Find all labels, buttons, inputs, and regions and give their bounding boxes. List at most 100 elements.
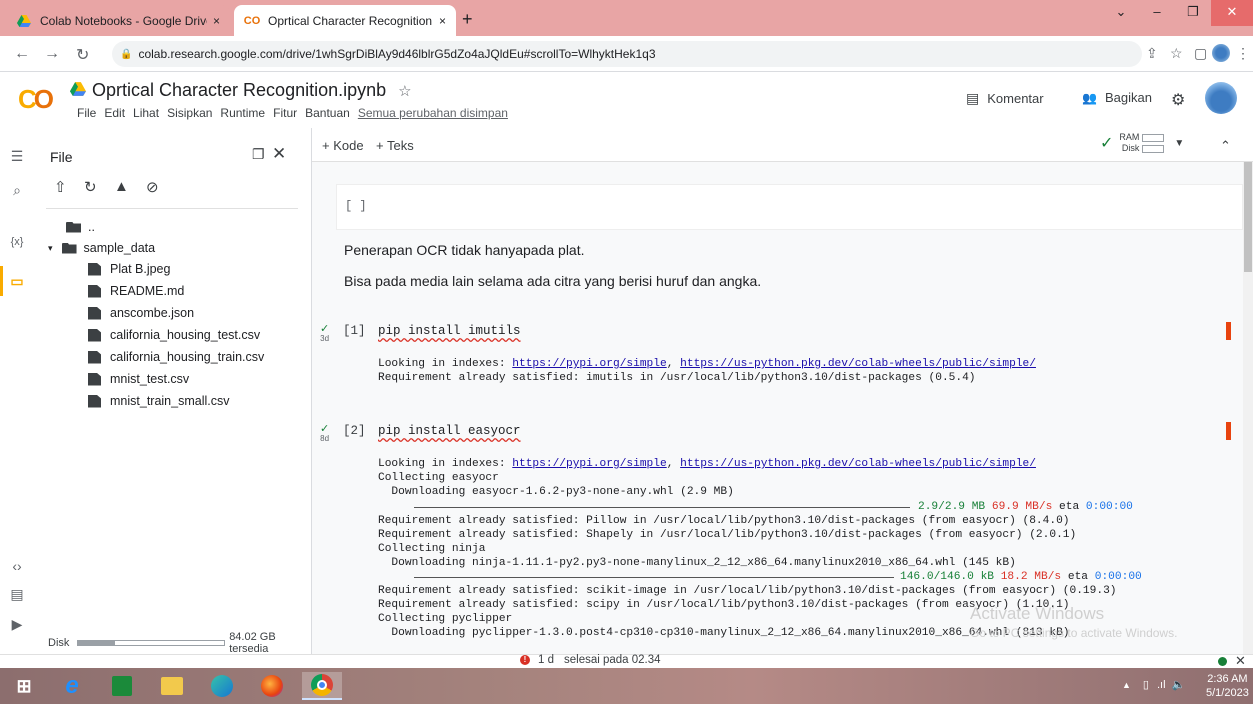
output-link[interactable]: https://us-python.pkg.dev/colab-wheels/p…: [680, 358, 1036, 370]
profile-avatar-icon[interactable]: [1212, 44, 1230, 62]
add-code-button[interactable]: + Kode: [322, 138, 364, 153]
chrome-icon[interactable]: [302, 672, 342, 700]
tab-search-icon[interactable]: ⌄: [1103, 0, 1139, 26]
hide-files-icon[interactable]: ⊘: [146, 178, 159, 196]
taskbar-clock[interactable]: 2:36 AM 5/1/2023: [1206, 672, 1249, 700]
tab-ocr-notebook[interactable]: CO Oprtical Character Recognition.ip ×: [234, 5, 456, 36]
share-button[interactable]: 👥 Bagikan: [1082, 90, 1152, 105]
new-window-icon[interactable]: ❐: [252, 146, 265, 163]
cell-output-line: Collecting pyclipper: [378, 613, 513, 625]
tree-item-file[interactable]: README.md: [88, 284, 184, 298]
add-text-button[interactable]: + Teks: [376, 138, 414, 153]
drive-icon[interactable]: [70, 82, 86, 99]
comment-button[interactable]: ▤ Komentar: [966, 90, 1044, 107]
output-link[interactable]: https://pypi.org/simple: [512, 458, 666, 470]
divider: [46, 208, 298, 209]
cell-code[interactable]: pip install easyocr: [378, 424, 521, 438]
close-panel-icon[interactable]: ✕: [272, 144, 286, 164]
settings-gear-icon[interactable]: ⚙: [1171, 90, 1185, 110]
tree-item-sample-data[interactable]: ▾ sample_data: [48, 241, 155, 255]
firefox-icon[interactable]: [252, 672, 292, 700]
folder-icon[interactable]: ▭: [0, 273, 34, 290]
tree-item-file[interactable]: Plat B.jpeg: [88, 262, 170, 276]
browser-tab-bar: Colab Notebooks - Google Drive × CO Oprt…: [0, 0, 1253, 36]
menu-kebab-icon[interactable]: ⋮: [1236, 45, 1250, 62]
google-drive-icon: [16, 13, 32, 29]
refresh-folder-icon[interactable]: ↻: [84, 178, 97, 196]
file-panel: File ❐ ✕ ⇧ ↻ ▲ ⊘ .. ▾ sample_data Plat B…: [34, 128, 312, 655]
markdown-text-2: Bisa pada media lain selama ada citra ya…: [344, 273, 762, 289]
windows-start-icon[interactable]: ⊞: [4, 672, 44, 700]
empty-code-cell[interactable]: [ ]: [336, 184, 1243, 230]
execution-status[interactable]: ! 1 d selesai pada 02.34: [520, 654, 661, 666]
store-icon[interactable]: [102, 672, 142, 700]
resource-indicator[interactable]: ✓ RAM Disk ▼: [1100, 132, 1184, 154]
battery-icon[interactable]: ▯: [1143, 678, 1149, 691]
command-palette-icon[interactable]: ▤: [0, 586, 34, 603]
table-of-contents-icon[interactable]: ☰: [0, 148, 34, 165]
tab-colab-notebooks-drive[interactable]: Colab Notebooks - Google Drive ×: [6, 5, 230, 36]
save-status-link[interactable]: Semua perubahan disimpan: [358, 106, 508, 120]
internet-explorer-icon[interactable]: e: [52, 672, 92, 700]
tree-item-file[interactable]: anscombe.json: [88, 306, 194, 320]
url-input[interactable]: 🔒 colab.research.google.com/drive/1whSgr…: [112, 41, 1142, 67]
tree-item-file[interactable]: mnist_test.csv: [88, 372, 189, 386]
signal-icon[interactable]: .ıl: [1157, 679, 1166, 691]
menu-view[interactable]: Lihat: [133, 106, 159, 120]
maximize-icon[interactable]: ❐: [1175, 0, 1211, 26]
menu-help[interactable]: Bantuan: [305, 106, 350, 120]
tab-close-icon[interactable]: ×: [439, 14, 446, 28]
chevron-down-icon[interactable]: ▾: [48, 243, 53, 254]
cell-output-line: Requirement already satisfied: scikit-im…: [378, 585, 1117, 597]
collapse-chevron-up-icon[interactable]: ⌃: [1220, 138, 1231, 154]
cell-exec-status: ✓ 8d: [320, 423, 330, 444]
progress-speed: 69.9 MB/s: [991, 501, 1053, 513]
clock-date: 5/1/2023: [1206, 687, 1249, 699]
close-status-icon[interactable]: ✕: [1235, 653, 1246, 669]
share-icon[interactable]: ⇪: [1146, 45, 1158, 62]
back-arrow-icon[interactable]: ←: [14, 45, 30, 63]
tree-item-file[interactable]: mnist_train_small.csv: [88, 394, 229, 408]
bookmark-star-icon[interactable]: ☆: [1170, 45, 1183, 62]
forward-arrow-icon[interactable]: →: [44, 45, 60, 63]
new-tab-button[interactable]: +: [462, 9, 473, 30]
upload-icon[interactable]: ⇧: [54, 178, 67, 196]
reload-icon[interactable]: ↻: [76, 45, 89, 65]
menu-insert[interactable]: Sisipkan: [167, 106, 212, 120]
tree-item-parent[interactable]: ..: [66, 220, 95, 234]
menu-tools[interactable]: Fitur: [273, 106, 297, 120]
code-snippets-icon[interactable]: ‹›: [0, 558, 34, 574]
dropdown-arrow-icon[interactable]: ▼: [1174, 138, 1184, 149]
cell-output-line: Looking in indexes: https://pypi.org/sim…: [378, 457, 1036, 471]
user-avatar[interactable]: [1205, 82, 1237, 114]
terminal-icon[interactable]: ▶: [0, 616, 34, 633]
tree-item-file[interactable]: california_housing_test.csv: [88, 328, 260, 342]
menu-runtime[interactable]: Runtime: [220, 106, 265, 120]
mount-drive-icon[interactable]: ▲: [114, 178, 129, 195]
menu-edit[interactable]: Edit: [104, 106, 125, 120]
cell-output-line: Collecting ninja: [378, 543, 486, 555]
window-close-icon[interactable]: ✕: [1211, 0, 1253, 26]
scrollbar-thumb[interactable]: [1244, 162, 1252, 272]
disk-free-text: 84.02 GB tersedia: [229, 631, 276, 655]
menu-file[interactable]: File: [77, 106, 96, 120]
minimize-icon[interactable]: –: [1139, 0, 1175, 26]
search-icon[interactable]: ⌕: [0, 182, 34, 199]
star-icon[interactable]: ☆: [398, 82, 411, 100]
colab-header: CO Oprtical Character Recognition.ipynb …: [0, 72, 1253, 128]
edge-icon[interactable]: [202, 672, 242, 700]
file-explorer-icon[interactable]: [152, 672, 192, 700]
colab-logo-icon[interactable]: CO: [18, 84, 54, 115]
cell-code[interactable]: pip install imutils: [378, 324, 521, 338]
variables-icon[interactable]: {x}: [0, 236, 34, 248]
notebook-title[interactable]: Oprtical Character Recognition.ipynb: [92, 80, 386, 101]
tray-chevron-up-icon[interactable]: ▲: [1122, 680, 1131, 690]
output-link[interactable]: https://us-python.pkg.dev/colab-wheels/p…: [680, 458, 1036, 470]
tree-item-file[interactable]: california_housing_train.csv: [88, 350, 264, 364]
ram-bar: [1142, 133, 1165, 142]
tab-close-icon[interactable]: ×: [213, 14, 220, 28]
notebook-scrollbar[interactable]: [1243, 162, 1253, 654]
side-panel-icon[interactable]: ▢: [1194, 45, 1207, 62]
volume-icon[interactable]: 🔈: [1172, 678, 1186, 691]
output-link[interactable]: https://pypi.org/simple: [512, 358, 666, 370]
